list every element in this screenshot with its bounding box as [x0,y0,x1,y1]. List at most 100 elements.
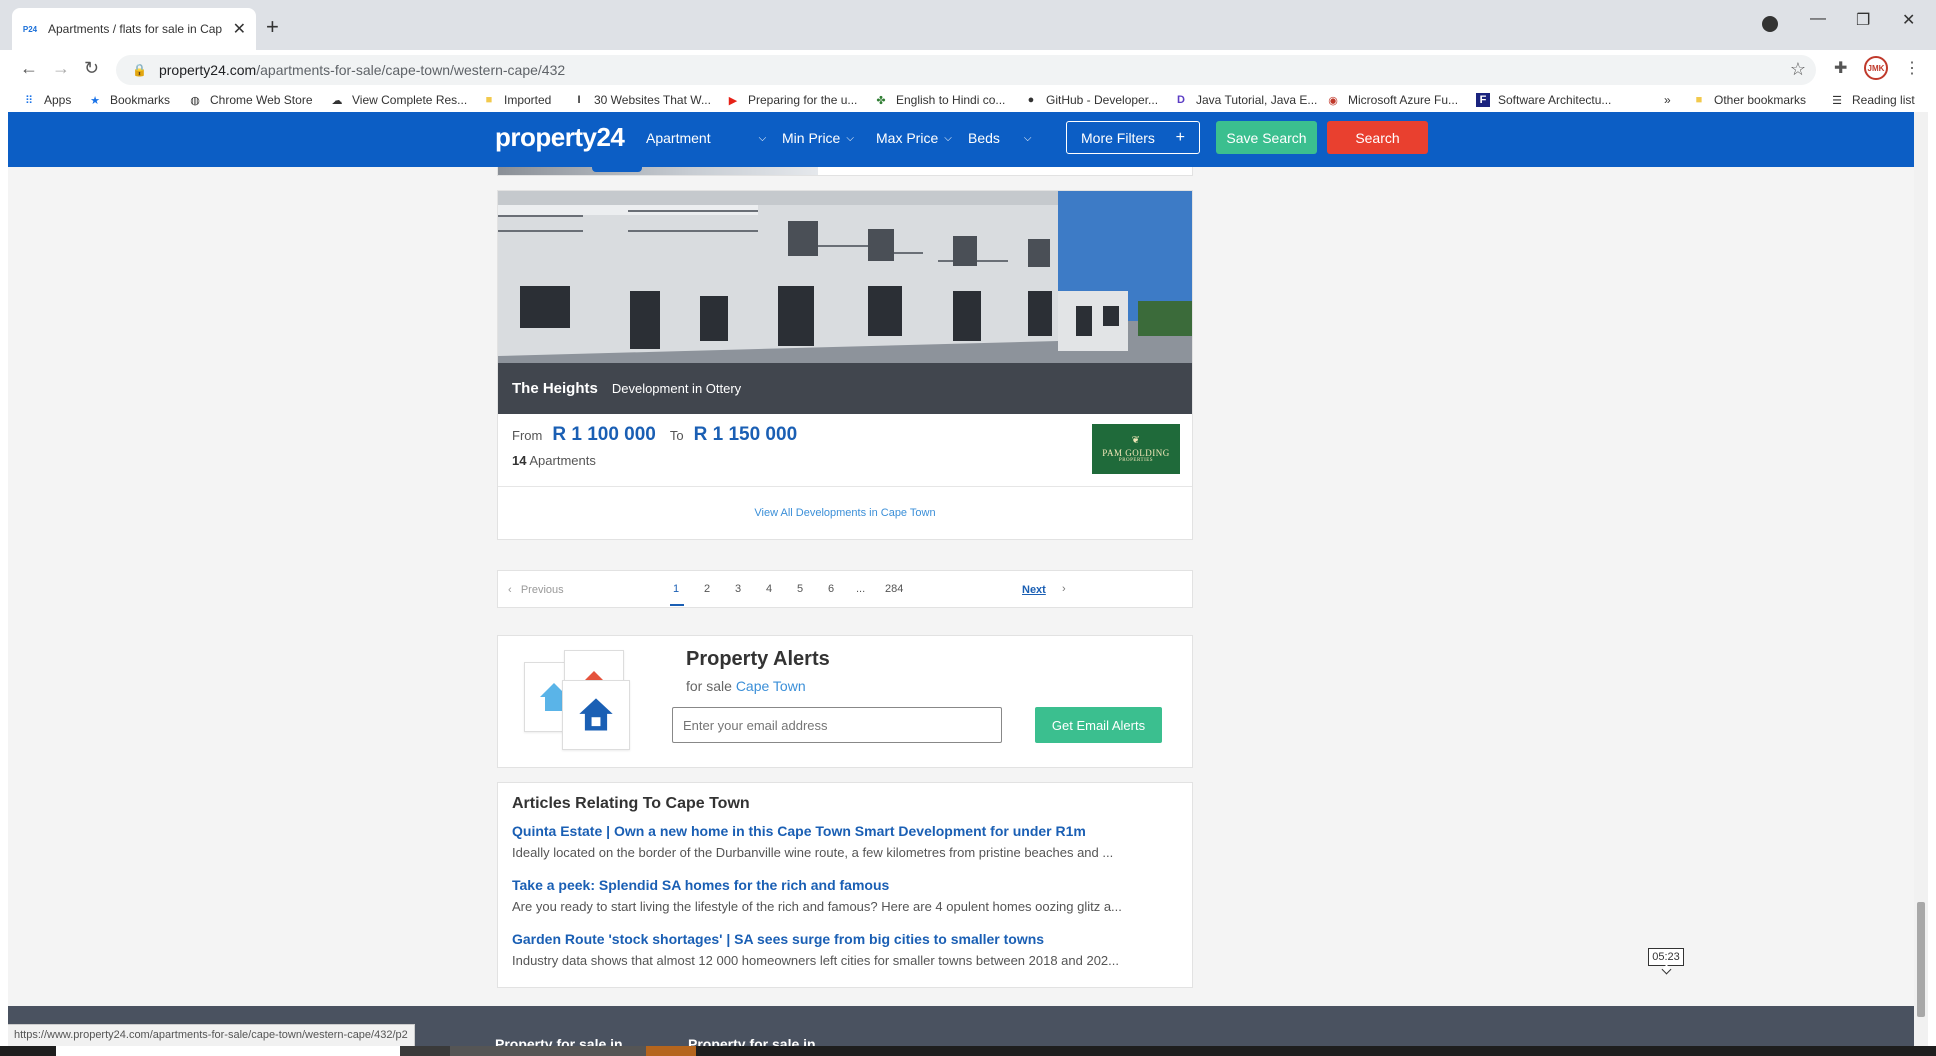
new-tab-icon[interactable]: + [266,14,279,40]
page-3[interactable]: 3 [735,583,741,595]
crest-icon: ❦ [1131,435,1141,446]
previous-page-link[interactable]: ‹ Previous [508,584,564,596]
view-all-developments-link[interactable]: View All Developments in Cape Town [498,486,1192,539]
bookmark-bookmarks[interactable]: ★ Bookmarks [88,93,170,107]
save-search-button[interactable]: Save Search [1216,121,1317,154]
address-bar[interactable]: 🔒 property24.com/apartments-for-sale/cap… [116,55,1816,85]
max-price-label: Max Price [876,130,939,146]
alerts-sub-prefix: for sale [686,678,732,694]
more-filters-label: More Filters [1081,129,1155,146]
plus-icon: + [1175,128,1185,146]
article-description: Are you ready to start living the lifest… [512,899,1122,914]
github-icon: ● [1027,94,1035,106]
bookmark-english-hindi[interactable]: ✤ English to Hindi co... [874,93,1005,107]
article-title[interactable]: Take a peek: Splendid SA homes for the r… [512,877,1182,893]
alerts-location-link[interactable]: Cape Town [736,678,806,694]
timer-badge: 05:23 [1648,948,1684,966]
bookmark-apps[interactable]: ⠿ Apps [22,93,71,107]
page-1[interactable]: 1 [673,583,679,595]
apartment-count-number: 14 [512,453,527,468]
bookmark-view-complete[interactable]: ☁ View Complete Res... [330,93,468,107]
page-2[interactable]: 2 [704,583,710,595]
bookmark-chrome-web-store[interactable]: ◍ Chrome Web Store [188,93,313,107]
agency-logo[interactable]: ❦ PAM GOLDING PROPERTIES [1092,424,1180,474]
tab-title: Apartments / flats for sale in Cap [48,22,223,36]
bookmark-30-websites[interactable]: I 30 Websites That W... [572,93,710,107]
search-button[interactable]: Search [1327,121,1428,154]
tab-search-icon[interactable] [1762,16,1778,32]
page-5[interactable]: 5 [797,583,803,595]
youtube-icon: ▶ [728,94,738,107]
azure-icon: ◉ [1328,94,1338,107]
apartment-count-label: Apartments [529,453,596,468]
globe-icon: ◍ [190,94,200,107]
more-filters-button[interactable]: More Filters + [1066,121,1200,154]
bookmark-label: Preparing for the u... [748,93,858,107]
development-name[interactable]: The Heights [512,380,598,397]
scrollbar-thumb[interactable] [1917,902,1925,1017]
next-page-link[interactable]: Next [1022,584,1046,596]
development-card[interactable]: The Heights Development in Ottery From R… [497,190,1193,540]
min-price-dropdown[interactable]: Min Price ⌵ [782,130,854,146]
bookmark-label: Bookmarks [110,93,171,107]
bookmark-other[interactable]: ■ Other bookmarks [1692,93,1806,107]
property24-logo[interactable]: property24 [495,122,625,153]
article-item[interactable]: Take a peek: Splendid SA homes for the r… [512,877,1182,914]
bookmark-label: Chrome Web Store [210,93,313,107]
min-price-label: Min Price [782,130,841,146]
page-scrollbar[interactable] [1914,112,1928,1056]
development-photo[interactable]: The Heights Development in Ottery [498,191,1192,414]
apartment-count: 14 Apartments [512,453,596,468]
active-page-indicator [670,604,684,606]
back-icon[interactable]: ← [20,58,38,79]
agency-name: PAM GOLDING [1102,448,1170,458]
taskbar-item[interactable] [646,1046,696,1056]
profile-avatar[interactable]: JMK [1864,56,1888,80]
chevron-right-icon: › [1062,583,1066,595]
extensions-icon[interactable]: ✚ [1834,58,1847,78]
reload-icon[interactable]: ↻ [84,58,99,79]
close-window-icon[interactable]: ✕ [1902,10,1915,30]
page-6[interactable]: 6 [828,583,834,595]
bookmark-software-arch[interactable]: F Software Architectu... [1476,93,1611,107]
bookmark-preparing[interactable]: ▶ Preparing for the u... [726,93,858,107]
bookmark-azure[interactable]: ◉ Microsoft Azure Fu... [1326,93,1458,107]
close-tab-icon[interactable]: ✕ [233,19,246,39]
article-title[interactable]: Garden Route 'stock shortages' | SA sees… [512,931,1182,947]
page-last[interactable]: 284 [885,583,903,595]
browser-tab[interactable]: P24 Apartments / flats for sale in Cap ✕ [12,8,256,50]
from-label: From [512,428,543,443]
bookmark-label: Imported [504,93,552,107]
beds-dropdown[interactable]: Beds ⌵ [968,130,1032,146]
beds-label: Beds [968,130,1000,146]
bookmark-label: Other bookmarks [1714,93,1807,107]
forward-icon[interactable]: → [52,58,70,79]
previous-label: Previous [520,584,564,596]
bookmark-java-tutorial[interactable]: D Java Tutorial, Java E... [1174,93,1317,107]
get-email-alerts-button[interactable]: Get Email Alerts [1035,707,1162,743]
bookmark-label: GitHub - Developer... [1046,93,1159,107]
text-icon: I [577,94,581,106]
site-header: property24 Apartment ⌵ Min Price ⌵ Max P… [8,112,1914,167]
article-item[interactable]: Garden Route 'stock shortages' | SA sees… [512,931,1182,968]
article-item[interactable]: Quinta Estate | Own a new home in this C… [512,823,1182,860]
reading-list[interactable]: ☰ Reading list [1830,93,1915,107]
bookmark-imported[interactable]: ■ Imported [482,93,552,107]
bookmark-github[interactable]: ● GitHub - Developer... [1024,93,1158,107]
taskbar-item[interactable] [400,1046,450,1056]
property24-favicon-icon: P24 [22,24,38,34]
max-price-dropdown[interactable]: Max Price ⌵ [876,130,952,146]
taskbar-item[interactable] [56,1046,400,1056]
restore-icon[interactable]: ❐ [1856,10,1870,30]
property-type-dropdown[interactable]: Apartment ⌵ [646,130,766,146]
folder-icon: ■ [485,94,493,106]
cloud-icon: ☁ [331,94,343,107]
bookmark-star-icon[interactable]: ☆ [1790,59,1806,80]
minimize-icon[interactable]: — [1810,10,1826,28]
email-field[interactable] [672,707,1002,743]
menu-kebab-icon[interactable]: ⋮ [1904,58,1920,78]
more-bookmarks[interactable]: » [1664,93,1671,107]
taskbar-item[interactable] [450,1046,646,1056]
article-title[interactable]: Quinta Estate | Own a new home in this C… [512,823,1182,839]
page-4[interactable]: 4 [766,583,772,595]
